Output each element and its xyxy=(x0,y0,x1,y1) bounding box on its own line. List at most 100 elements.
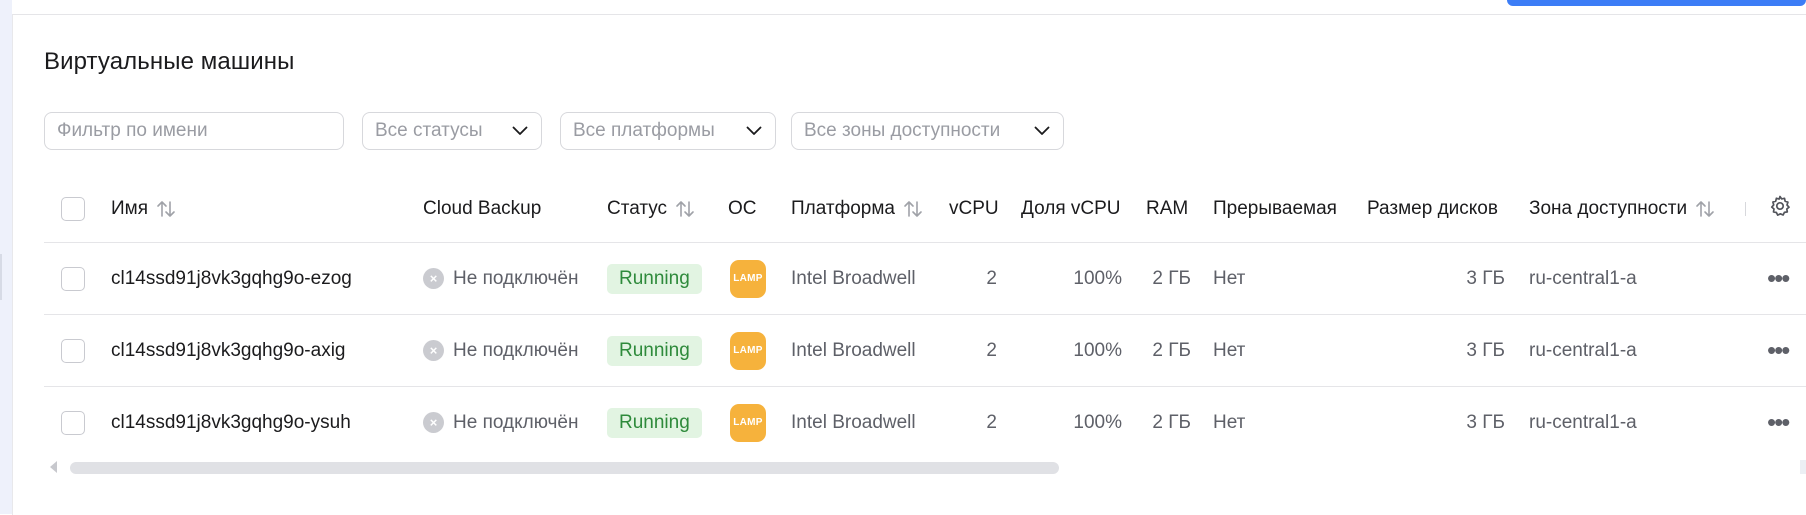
name-filter-input[interactable]: Фильтр по имени xyxy=(44,112,344,150)
zone-filter-select[interactable]: Все зоны доступности xyxy=(791,112,1064,150)
left-sidebar-edge xyxy=(0,0,12,514)
more-horizontal-icon[interactable]: ••• xyxy=(1767,243,1790,314)
chevron-down-icon xyxy=(511,122,529,140)
chevron-down-icon xyxy=(1033,122,1051,140)
platform-filter-select[interactable]: Все платформы xyxy=(560,112,776,150)
sort-arrows-icon[interactable] xyxy=(156,200,176,218)
header-divider xyxy=(1745,202,1746,216)
column-header-label: RAM xyxy=(1146,198,1189,219)
table-row[interactable]: cl14ssd91j8vk3gqhg9o-ysuh × Не подключён … xyxy=(44,387,1806,458)
sort-arrows-icon[interactable] xyxy=(675,200,695,218)
page-title: Виртуальные машины xyxy=(44,48,295,75)
os-cell: LAMP xyxy=(730,387,766,458)
vcpu-cell: 2 xyxy=(986,339,997,361)
more-horizontal-icon[interactable]: ••• xyxy=(1767,387,1790,458)
backup-cell: × Не подключён xyxy=(423,243,579,314)
column-header-vcpu: vCPU xyxy=(949,176,999,242)
horizontal-scrollbar[interactable] xyxy=(70,462,1059,474)
status-cell: Running xyxy=(607,243,702,314)
select-all-checkbox-cell xyxy=(61,176,85,242)
column-header-backup: Cloud Backup xyxy=(423,176,541,242)
table-row[interactable]: cl14ssd91j8vk3gqhg9o-axig × Не подключён … xyxy=(44,315,1806,387)
column-header-disk-size: Размер дисков xyxy=(1367,176,1498,242)
vm-name[interactable]: cl14ssd91j8vk3gqhg9o-ysuh xyxy=(111,387,351,458)
column-header-ram: RAM xyxy=(1146,176,1188,242)
platform-cell: Intel Broadwell xyxy=(791,267,916,289)
platform-filter-value: Все платформы xyxy=(573,120,715,141)
cross-circle-icon: × xyxy=(423,268,444,289)
preemptible-cell: Нет xyxy=(1213,267,1246,289)
vm-name[interactable]: cl14ssd91j8vk3gqhg9o-ezog xyxy=(111,243,352,314)
os-cell: LAMP xyxy=(730,315,766,386)
column-header-vcpu-share: Доля vCPU xyxy=(1021,176,1121,242)
zone-cell: ru-central1-a xyxy=(1529,411,1637,433)
lamp-os-icon: LAMP xyxy=(730,259,766,298)
row-checkbox-cell xyxy=(61,315,85,386)
column-header-label: Доля vCPU xyxy=(1021,198,1121,219)
status-filter-select[interactable]: Все статусы xyxy=(362,112,542,150)
chevron-down-icon xyxy=(745,122,763,140)
column-header-label: Платформа xyxy=(791,198,895,219)
column-header-status[interactable]: Статус xyxy=(607,176,695,242)
vcpu-share-cell: 100% xyxy=(1073,411,1122,433)
ram-cell: 2 ГБ xyxy=(1152,411,1191,433)
preemptible-cell: Нет xyxy=(1213,411,1246,433)
top-action-button-edge[interactable] xyxy=(1507,0,1806,6)
lamp-os-icon: LAMP xyxy=(730,403,766,442)
backup-status: Не подключён xyxy=(453,411,579,433)
table-header-row: Имя Cloud Backup Статус ОС Платформа vCP… xyxy=(44,176,1806,243)
column-header-label: Размер дисков xyxy=(1367,198,1498,219)
sort-arrows-icon[interactable] xyxy=(1695,200,1715,218)
zone-cell: ru-central1-a xyxy=(1529,339,1637,361)
zone-filter-value: Все зоны доступности xyxy=(804,120,1001,141)
column-header-label: Имя xyxy=(111,198,149,219)
status-badge: Running xyxy=(607,407,702,438)
preemptible-cell: Нет xyxy=(1213,339,1246,361)
scroll-right-edge xyxy=(1800,460,1806,474)
column-header-label: Прерываемая xyxy=(1213,198,1337,219)
column-header-platform[interactable]: Платформа xyxy=(791,176,923,242)
column-header-preemptible: Прерываемая xyxy=(1213,176,1337,242)
table-settings-button[interactable] xyxy=(1768,176,1792,242)
status-cell: Running xyxy=(607,315,702,386)
ram-cell: 2 ГБ xyxy=(1152,339,1191,361)
zone-cell: ru-central1-a xyxy=(1529,267,1637,289)
row-checkbox-cell xyxy=(61,387,85,458)
column-header-label: ОС xyxy=(728,198,757,219)
status-filter-value: Все статусы xyxy=(375,120,483,141)
backup-status: Не подключён xyxy=(453,267,579,289)
vcpu-share-cell: 100% xyxy=(1073,339,1122,361)
backup-cell: × Не подключён xyxy=(423,315,579,386)
platform-cell: Intel Broadwell xyxy=(791,411,916,433)
vcpu-cell: 2 xyxy=(986,267,997,289)
disk-size-cell: 3 ГБ xyxy=(1466,411,1505,433)
backup-status: Не подключён xyxy=(453,339,579,361)
column-header-name[interactable]: Имя xyxy=(111,176,176,242)
column-header-label: Зона доступности xyxy=(1529,198,1688,219)
status-badge: Running xyxy=(607,335,702,366)
vcpu-cell: 2 xyxy=(986,411,997,433)
vcpu-share-cell: 100% xyxy=(1073,267,1122,289)
sort-arrows-icon[interactable] xyxy=(903,200,923,218)
vm-name[interactable]: cl14ssd91j8vk3gqhg9o-axig xyxy=(111,315,346,386)
scroll-left-arrow-icon[interactable] xyxy=(50,461,57,473)
row-checkbox-cell xyxy=(61,243,85,314)
name-filter-placeholder: Фильтр по имени xyxy=(57,120,208,141)
status-cell: Running xyxy=(607,387,702,458)
disk-size-cell: 3 ГБ xyxy=(1466,267,1505,289)
table-row[interactable]: cl14ssd91j8vk3gqhg9o-ezog × Не подключён … xyxy=(44,243,1806,315)
column-header-os: ОС xyxy=(728,176,757,242)
ram-cell: 2 ГБ xyxy=(1152,267,1191,289)
column-header-label: vCPU xyxy=(949,198,999,219)
column-header-label: Статус xyxy=(607,198,668,219)
os-cell: LAMP xyxy=(730,243,766,314)
more-horizontal-icon[interactable]: ••• xyxy=(1767,315,1790,386)
sidebar-notch xyxy=(0,254,2,300)
row-checkbox[interactable] xyxy=(61,266,85,291)
lamp-os-icon: LAMP xyxy=(730,331,766,370)
row-checkbox[interactable] xyxy=(61,338,85,363)
cross-circle-icon: × xyxy=(423,340,444,361)
row-checkbox[interactable] xyxy=(61,410,85,435)
column-header-zone[interactable]: Зона доступности xyxy=(1529,176,1715,242)
select-all-checkbox[interactable] xyxy=(61,197,85,221)
